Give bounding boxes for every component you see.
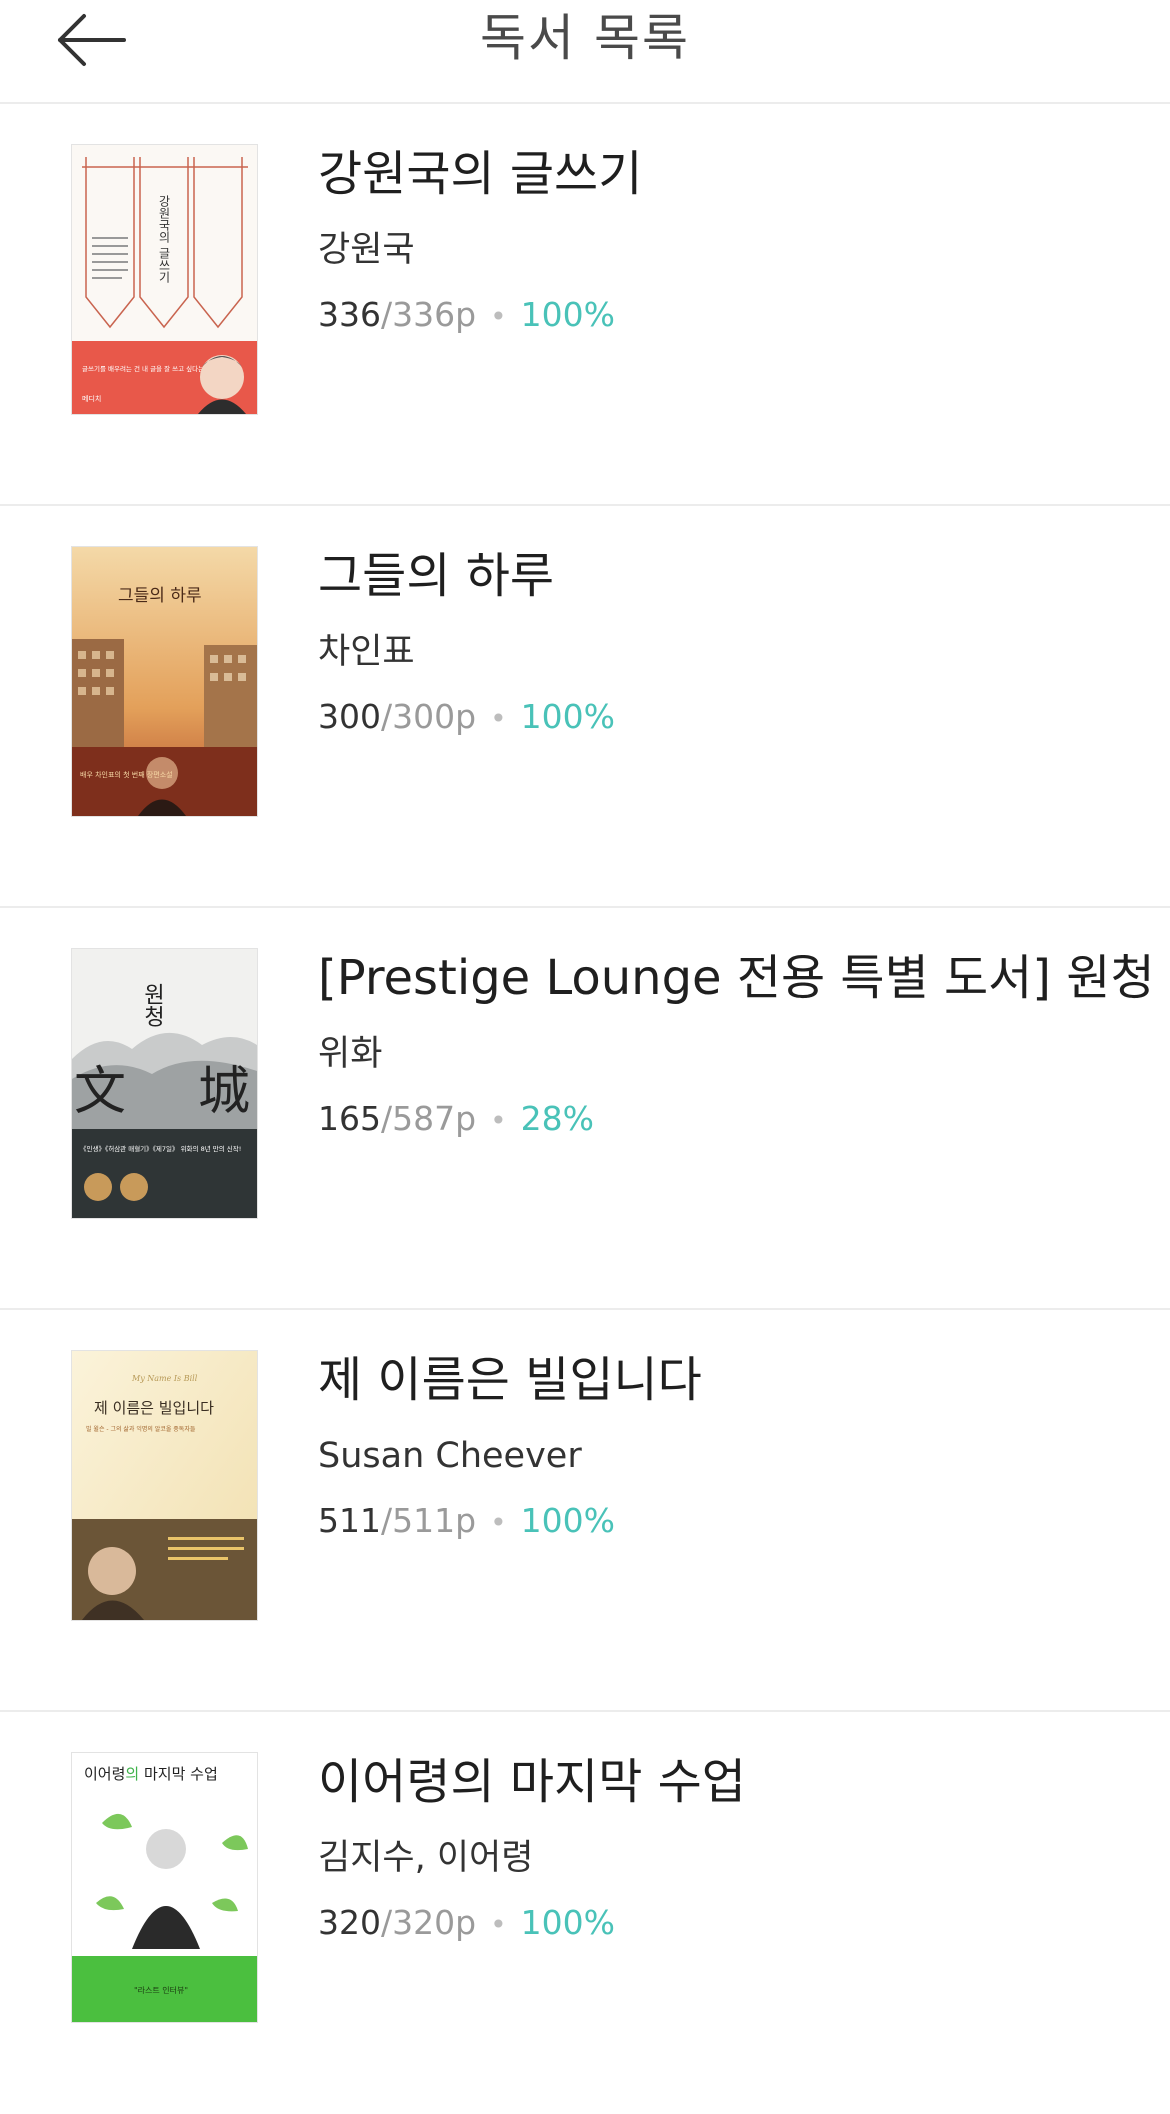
pages-total: /320p	[381, 1903, 477, 1942]
progress-percent: 100%	[520, 697, 615, 736]
cover-title-text: 제 이름은 빌입니다	[94, 1399, 214, 1417]
pages-total: /300p	[381, 697, 477, 736]
book-author: 김지수, 이어령	[318, 1838, 534, 1878]
pages-total: /511p	[381, 1501, 477, 1540]
book-author: 차인표	[318, 632, 415, 672]
cover-tagline: 글쓰기를 배우려는 건 내 글을 잘 쓰고 싶다는 것	[82, 364, 212, 373]
cover-big-char-right: 城	[198, 1062, 250, 1122]
page-title: 독서 목록	[480, 9, 690, 67]
separator-dot: •	[490, 1104, 507, 1137]
book-item-5[interactable]: 이어령의 마지막 수업 "라스트 인터뷰" 이어령의 마지막 수업 김지수, 이…	[0, 1712, 1170, 2114]
cover-title-part-2: 의	[125, 1765, 139, 1783]
reading-progress: 320/320p • 100%	[318, 1900, 1130, 1948]
book-title: 강원국의 글쓰기	[318, 146, 643, 202]
book-cover-image: 그들의 하루 배우 차인표의 첫 번째 장편소설	[72, 547, 257, 816]
cover-publisher: 메디치	[82, 394, 101, 403]
book-author: Susan Cheever	[318, 1436, 582, 1476]
book-author: 강원국	[318, 230, 415, 270]
pages-read: 320	[318, 1903, 381, 1942]
app-header: 독서 목록	[0, 0, 1170, 104]
reading-progress: 300/300p • 100%	[318, 694, 1130, 742]
cover-tagline: "라스트 인터뷰"	[134, 1985, 188, 1995]
svg-text:이어령의 마지막 수업: 이어령의 마지막 수업	[84, 1765, 218, 1783]
book-cover-image: 원청 文 城 《인생》《허삼관 매혈기》《제7일》 위화의 8년 만의 신작!	[72, 949, 257, 1218]
cover-title-text: 강원국의 글쓰기	[157, 195, 171, 283]
cover-tagline: 빌 윌슨 - 그의 삶과 익명의 알코올 중독자들	[86, 1425, 196, 1433]
pages-read: 511	[318, 1501, 381, 1540]
cover-big-char-left: 文	[74, 1062, 126, 1122]
book-title: 이어령의 마지막 수업	[318, 1754, 746, 1810]
cover-title-text: 원청	[140, 983, 165, 1027]
progress-percent: 28%	[520, 1099, 594, 1138]
book-title: 그들의 하루	[318, 548, 555, 604]
book-item-3[interactable]: 원청 文 城 《인생》《허삼관 매혈기》《제7일》 위화의 8년 만의 신작! …	[0, 908, 1170, 1310]
book-item-1[interactable]: 강원국의 글쓰기 글쓰기를 배우려는 건 내 글을 잘 쓰고 싶다는 것 메디치…	[0, 104, 1170, 506]
cover-title-text: 그들의 하루	[118, 586, 202, 606]
book-cover-image: My Name Is Bill 제 이름은 빌입니다 빌 윌슨 - 그의 삶과 …	[72, 1351, 257, 1620]
separator-dot: •	[490, 300, 507, 333]
pages-read: 336	[318, 295, 381, 334]
separator-dot: •	[490, 1506, 507, 1539]
cover-tagline: 《인생》《허삼관 매혈기》《제7일》 위화의 8년 만의 신작!	[80, 1144, 241, 1153]
progress-percent: 100%	[520, 1903, 615, 1942]
book-author: 위화	[318, 1034, 383, 1074]
pages-total: /336p	[381, 295, 477, 334]
pages-read: 165	[318, 1099, 381, 1138]
separator-dot: •	[490, 702, 507, 735]
book-item-2[interactable]: 그들의 하루 배우 차인표의 첫 번째 장편소설 그들의 하루 차인표 300/…	[0, 506, 1170, 908]
separator-dot: •	[490, 1908, 507, 1941]
progress-percent: 100%	[520, 1501, 615, 1540]
progress-percent: 100%	[520, 295, 615, 334]
reading-progress: 511/511p • 100%	[318, 1498, 1130, 1546]
cover-script-text: My Name Is Bill	[131, 1374, 198, 1383]
cover-title-part-1: 이어령	[84, 1765, 125, 1783]
pages-total: /587p	[381, 1099, 477, 1138]
book-list: 강원국의 글쓰기 글쓰기를 배우려는 건 내 글을 잘 쓰고 싶다는 것 메디치…	[0, 104, 1170, 2114]
reading-progress: 336/336p • 100%	[318, 292, 1130, 340]
cover-tagline: 배우 차인표의 첫 번째 장편소설	[80, 770, 173, 779]
book-cover-image: 강원국의 글쓰기 글쓰기를 배우려는 건 내 글을 잘 쓰고 싶다는 것 메디치	[72, 145, 257, 414]
book-cover-image: 이어령의 마지막 수업 "라스트 인터뷰"	[72, 1753, 257, 2022]
book-title: [Prestige Lounge 전용 특별 도서] 원청	[318, 950, 1155, 1006]
reading-progress: 165/587p • 28%	[318, 1096, 1130, 1144]
book-item-4[interactable]: My Name Is Bill 제 이름은 빌입니다 빌 윌슨 - 그의 삶과 …	[0, 1310, 1170, 1712]
pages-read: 300	[318, 697, 381, 736]
cover-title-part-3: 마지막 수업	[139, 1765, 218, 1783]
book-title: 제 이름은 빌입니다	[318, 1352, 702, 1408]
